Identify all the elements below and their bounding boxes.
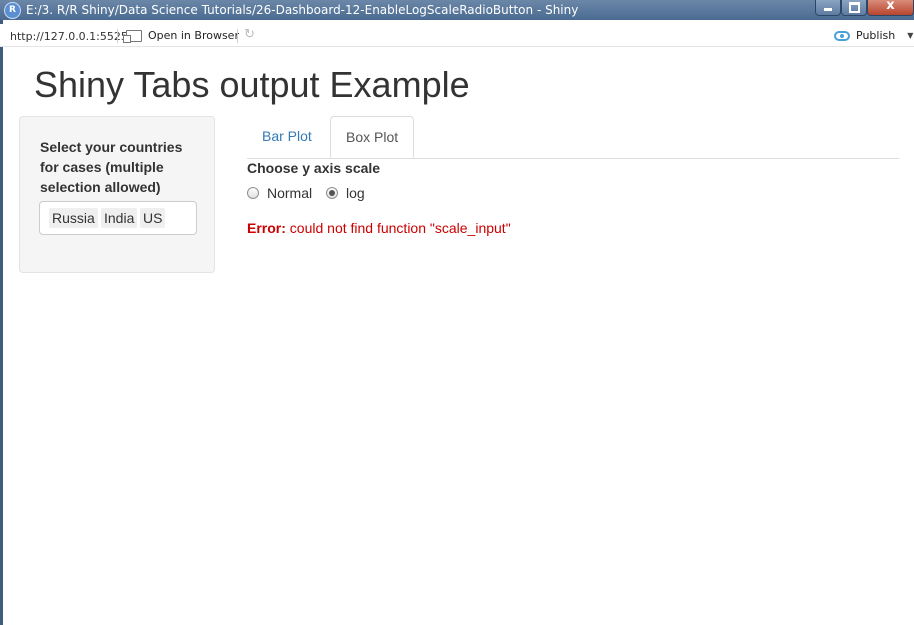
publish-button[interactable]: Publish ▼: [834, 29, 913, 42]
url-text: http://127.0.0.1:5525: [10, 30, 128, 43]
toolbar-divider: [117, 29, 118, 43]
open-in-browser-label: Open in Browser: [148, 29, 239, 42]
minimize-button[interactable]: [815, 0, 841, 16]
tab-bar-plot[interactable]: Bar Plot: [247, 116, 327, 157]
toolbar-divider: [237, 29, 238, 43]
chevron-down-icon[interactable]: ▼: [907, 31, 913, 40]
radio-label-normal: Normal: [267, 185, 313, 201]
radio-label-log: log: [346, 185, 365, 201]
viewer-toolbar: http://127.0.0.1:5525 Open in Browser ↻ …: [0, 24, 914, 47]
radio-button-normal[interactable]: [247, 187, 259, 199]
error-message: Error: could not find function "scale_in…: [247, 220, 511, 236]
open-in-browser-icon: [123, 29, 142, 43]
publish-label: Publish: [856, 29, 896, 42]
publish-icon: [834, 30, 850, 41]
selected-country-chip[interactable]: India: [101, 208, 138, 228]
close-icon: x: [886, 0, 895, 13]
countries-label: Select your countries for cases (multipl…: [40, 139, 183, 195]
plot-tabs: Bar Plot Box Plot: [247, 116, 899, 159]
y-axis-scale-label: Choose y axis scale: [247, 160, 381, 176]
minimize-icon: [824, 8, 832, 11]
refresh-icon[interactable]: ↻: [244, 27, 258, 41]
maximize-icon: [849, 2, 860, 13]
window-title-bar: R E:/3. R/R Shiny/Data Science Tutorials…: [0, 0, 914, 20]
maximize-button[interactable]: [841, 0, 867, 16]
window-title: E:/3. R/R Shiny/Data Science Tutorials/2…: [26, 3, 579, 17]
sidebar-panel: Select your countries for cases (multipl…: [19, 116, 215, 273]
selected-country-chip[interactable]: Russia: [49, 208, 98, 228]
r-app-icon: R: [4, 2, 21, 19]
radio-button-log[interactable]: [326, 187, 338, 199]
window-left-border: [0, 20, 3, 625]
tab-box-plot[interactable]: Box Plot: [330, 116, 415, 158]
radio-option-normal[interactable]: Normal: [247, 185, 312, 201]
countries-select[interactable]: Russia India US: [39, 201, 197, 235]
error-prefix: Error:: [247, 220, 286, 236]
selected-country-chip[interactable]: US: [140, 208, 166, 228]
radio-option-log[interactable]: log: [326, 185, 365, 201]
page-title: Shiny Tabs output Example: [34, 64, 470, 105]
error-text: could not find function "scale_input": [289, 220, 511, 236]
open-in-browser-button[interactable]: Open in Browser: [123, 29, 239, 43]
close-window-button[interactable]: x: [867, 0, 914, 16]
